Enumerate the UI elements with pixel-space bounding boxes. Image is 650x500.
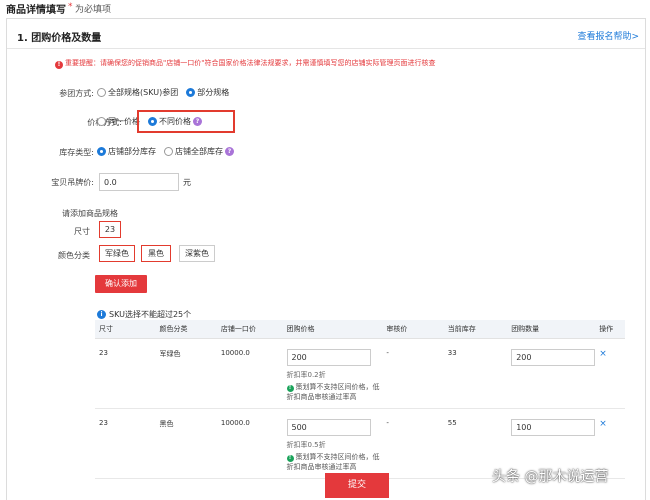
help-question-icon[interactable]: ? xyxy=(225,147,234,156)
sku-limit-info: i SKU选择不能超过25个 xyxy=(97,309,191,320)
radio-checked-icon xyxy=(186,88,196,97)
stock-type-radio-group: 店铺部分库存 店铺全部库存 ? xyxy=(97,146,234,157)
retail-price-label: 宝贝吊牌价: xyxy=(51,178,94,187)
retail-price-input[interactable] xyxy=(99,173,179,191)
group-qty-input[interactable] xyxy=(511,418,596,436)
spec-section-label: 请添加商品规格 xyxy=(62,209,118,218)
highlight-annotation-box xyxy=(137,110,235,133)
color-label: 颜色分类 xyxy=(58,251,90,260)
notice-text: 重要提醒：请确保您的促销商品"店铺一口价"符合国家价格法律法规要求，并需谨慎填写… xyxy=(65,59,436,67)
price-mode-option-same[interactable]: 同一价格 xyxy=(97,116,140,127)
column-header: 颜色分类 xyxy=(155,320,217,339)
cell-group-price: 折扣率0.5折 !策划算不支持区间价格，低折扣商品审核通过率高 xyxy=(282,408,383,479)
color-chip-army-green[interactable]: 军绿色 xyxy=(99,245,135,262)
size-chip[interactable]: 23 xyxy=(99,221,121,238)
section-title: 1. 团购价格及数量 xyxy=(17,33,102,44)
column-header: 尺寸 xyxy=(95,320,156,339)
section-header: 1. 团购价格及数量 查看报名帮助> xyxy=(7,19,645,49)
cell-size: 23 xyxy=(95,408,156,479)
column-header: 团购价格 xyxy=(282,320,383,339)
color-chip-dark-purple[interactable]: 深紫色 xyxy=(179,245,215,262)
warning-icon: ! xyxy=(55,61,63,69)
cell-action: × xyxy=(595,338,625,409)
column-header: 审核价 xyxy=(382,320,444,339)
submit-button[interactable]: 提交 xyxy=(325,473,389,498)
table-header-row: 尺寸 颜色分类 店铺一口价 团购价格 审核价 当前库存 团购数量 操作 xyxy=(95,320,625,339)
column-header: 团购数量 xyxy=(507,320,596,339)
tip-icon: ! xyxy=(286,384,294,392)
discount-rate: 折扣率0.5折 xyxy=(286,440,326,449)
page-header: 商品详情填写 * 为必填项 xyxy=(0,0,650,16)
group-price-input[interactable] xyxy=(286,348,371,366)
stock-type-label: 库存类型: xyxy=(59,148,94,157)
column-header: 店铺一口价 xyxy=(216,320,283,339)
required-hint: 为必填项 xyxy=(75,5,112,15)
cell-group-price: 折扣率0.2折 !策划算不支持区间价格，低折扣商品审核通过率高 xyxy=(282,338,383,409)
page-title: 商品详情填写 xyxy=(6,5,66,16)
cell-audit-price: - xyxy=(382,408,444,479)
stock-type-option-partial[interactable]: 店铺部分库存 xyxy=(97,146,156,157)
sku-table: 尺寸 颜色分类 店铺一口价 团购价格 审核价 当前库存 团购数量 操作 23 军… xyxy=(95,320,625,479)
radio-unchecked-icon xyxy=(164,147,173,156)
column-header: 当前库存 xyxy=(443,320,508,339)
sku-limit-text: SKU选择不能超过25个 xyxy=(109,310,192,319)
required-star: * xyxy=(68,2,73,12)
delete-icon[interactable]: × xyxy=(599,419,607,429)
cell-stock: 33 xyxy=(443,338,508,409)
size-label: 尺寸 xyxy=(74,227,90,236)
cell-shop-price: 10000.0 xyxy=(216,338,283,409)
table-row: 23 军绿色 10000.0 折扣率0.2折 !策划算不支持区间价格，低折扣商品… xyxy=(95,338,625,409)
cell-audit-price: - xyxy=(382,338,444,409)
watermark-text: 头条 @那木说运营 xyxy=(492,469,609,485)
radio-unchecked-icon xyxy=(97,117,106,126)
info-icon: i xyxy=(97,310,106,319)
price-unit: 元 xyxy=(183,178,191,187)
participation-label: 参团方式: xyxy=(59,89,94,98)
radio-unchecked-icon xyxy=(97,88,106,97)
delete-icon[interactable]: × xyxy=(599,349,607,359)
cell-color: 军绿色 xyxy=(155,338,217,409)
price-tip: ! 策划算不支持区间价格，低折扣商品审核通过率高 xyxy=(286,382,380,401)
cell-group-qty xyxy=(507,338,596,409)
participation-option-all-sku[interactable]: 全部规格(SKU)参团 xyxy=(97,87,178,98)
participation-option-partial[interactable]: 部分规格 xyxy=(186,87,229,98)
group-price-input[interactable] xyxy=(286,418,371,436)
column-header: 操作 xyxy=(595,320,625,339)
color-chip-black[interactable]: 黑色 xyxy=(141,245,171,262)
cell-size: 23 xyxy=(95,338,156,409)
tip-icon: ! xyxy=(286,454,294,462)
stock-type-option-all[interactable]: 店铺全部库存 xyxy=(164,146,223,157)
radio-checked-icon xyxy=(97,147,106,156)
help-link[interactable]: 查看报名帮助> xyxy=(577,29,639,42)
notice-banner: ! 重要提醒：请确保您的促销商品"店铺一口价"符合国家价格法律法规要求，并需谨慎填… xyxy=(55,58,435,69)
participation-radio-group: 全部规格(SKU)参团 部分规格 xyxy=(97,87,237,98)
price-tip: ! 策划算不支持区间价格，低折扣商品审核通过率高 xyxy=(286,452,380,471)
confirm-add-button[interactable]: 确认添加 xyxy=(95,275,147,293)
discount-rate: 折扣率0.2折 xyxy=(286,370,326,379)
cell-color: 黑色 xyxy=(155,408,217,479)
cell-shop-price: 10000.0 xyxy=(216,408,283,479)
group-qty-input[interactable] xyxy=(511,348,596,366)
